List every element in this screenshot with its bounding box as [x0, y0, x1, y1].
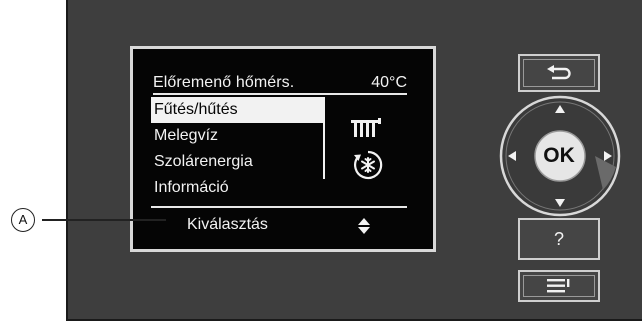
help-label: ? — [553, 228, 564, 249]
header-value: 40°C — [371, 74, 407, 91]
callout-marker: A — [11, 208, 35, 232]
callout-leader-line — [42, 219, 166, 221]
back-button[interactable] — [518, 54, 600, 92]
snowflake-cycle-icon — [354, 150, 383, 180]
menu-item-solar-energy[interactable]: Szolárenergia — [151, 149, 323, 175]
footer-label: Kiválasztás — [187, 216, 268, 233]
header-label: Előremenő hőmérs. — [153, 74, 295, 91]
radiator-icon — [351, 118, 381, 137]
menu-list: Fűtés/hűtés Melegvíz Szolárenergia Infor… — [151, 97, 323, 201]
header-divider — [153, 93, 407, 95]
help-button[interactable]: ? — [518, 218, 600, 260]
back-arrow-icon — [547, 65, 571, 80]
menu-item-information[interactable]: Információ — [151, 175, 323, 201]
menu-item-hot-water[interactable]: Melegvíz — [151, 123, 323, 149]
menu-divider — [323, 97, 325, 179]
menu-button[interactable] — [518, 270, 600, 302]
footer-divider — [151, 206, 407, 208]
ok-button[interactable]: OK — [534, 134, 584, 178]
display-screen: Előremenő hőmérs. 40°C Fűtés/hűtés Meleg… — [130, 46, 436, 252]
up-down-arrows-icon — [358, 218, 370, 234]
menu-icon — [547, 279, 570, 293]
menu-item-heating-cooling[interactable]: Fűtés/hűtés — [151, 97, 323, 123]
